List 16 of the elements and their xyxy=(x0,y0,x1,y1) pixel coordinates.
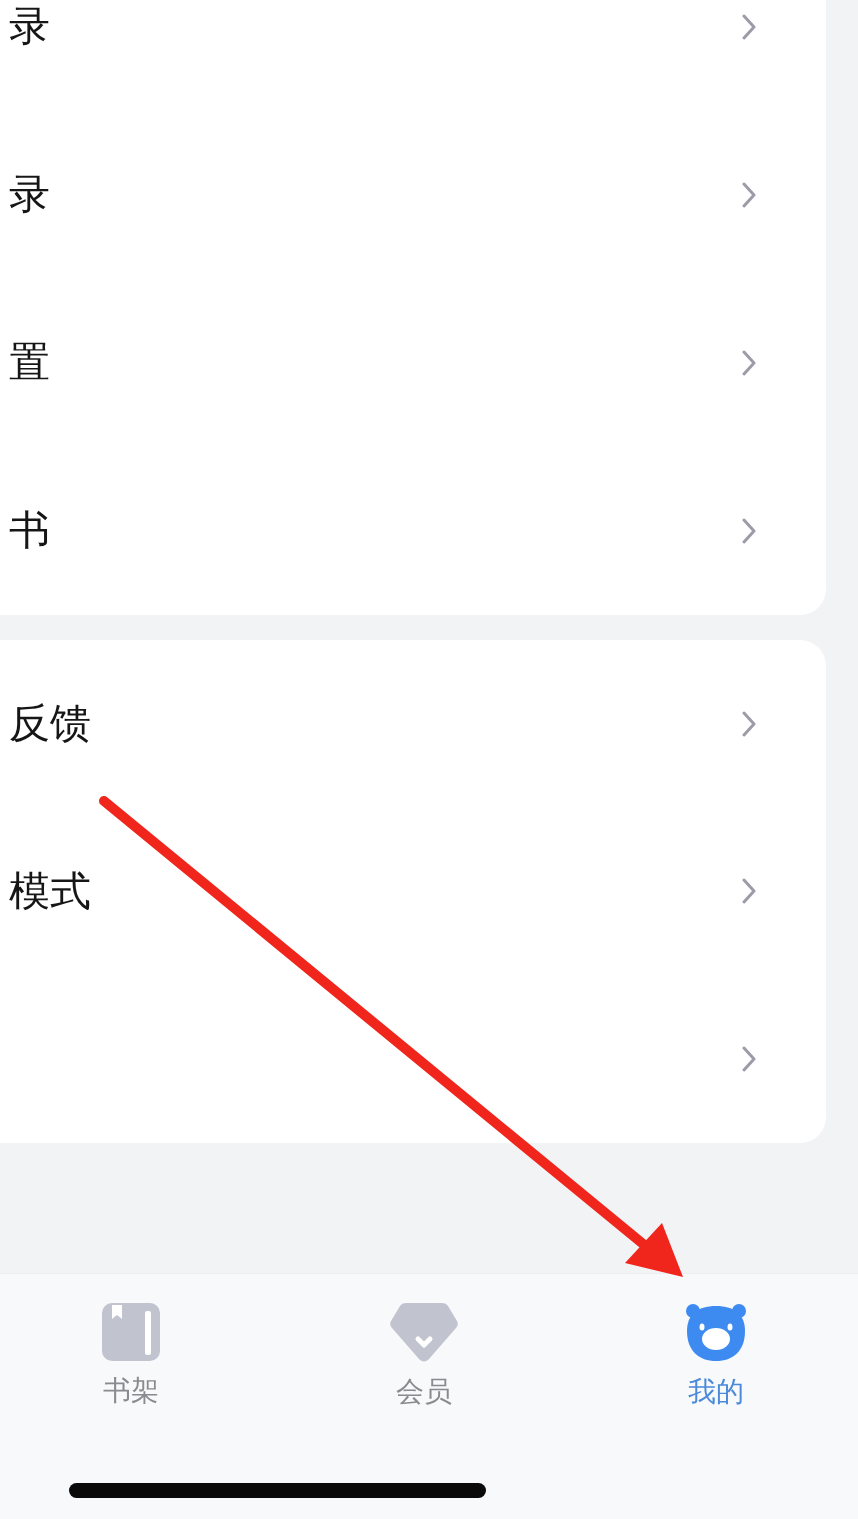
gem-icon xyxy=(390,1303,458,1362)
book-icon xyxy=(102,1303,160,1361)
chevron-right-icon xyxy=(742,350,756,376)
chevron-right-icon xyxy=(742,182,756,208)
chevron-right-icon xyxy=(742,1045,756,1072)
chevron-right-icon xyxy=(742,878,756,905)
chevron-right-icon xyxy=(742,518,756,544)
chevron-right-icon xyxy=(742,14,756,40)
menu-item[interactable]: 模式 xyxy=(9,868,91,914)
menu-item[interactable]: 录 xyxy=(9,4,50,50)
menu-item[interactable]: 置 xyxy=(9,340,50,386)
bear-face-icon xyxy=(685,1303,747,1362)
menu-item[interactable]: 反馈 xyxy=(9,701,91,747)
menu-item[interactable]: 书 xyxy=(9,508,50,554)
chevron-right-icon xyxy=(742,710,756,737)
menu-item[interactable]: 录 xyxy=(9,172,50,218)
